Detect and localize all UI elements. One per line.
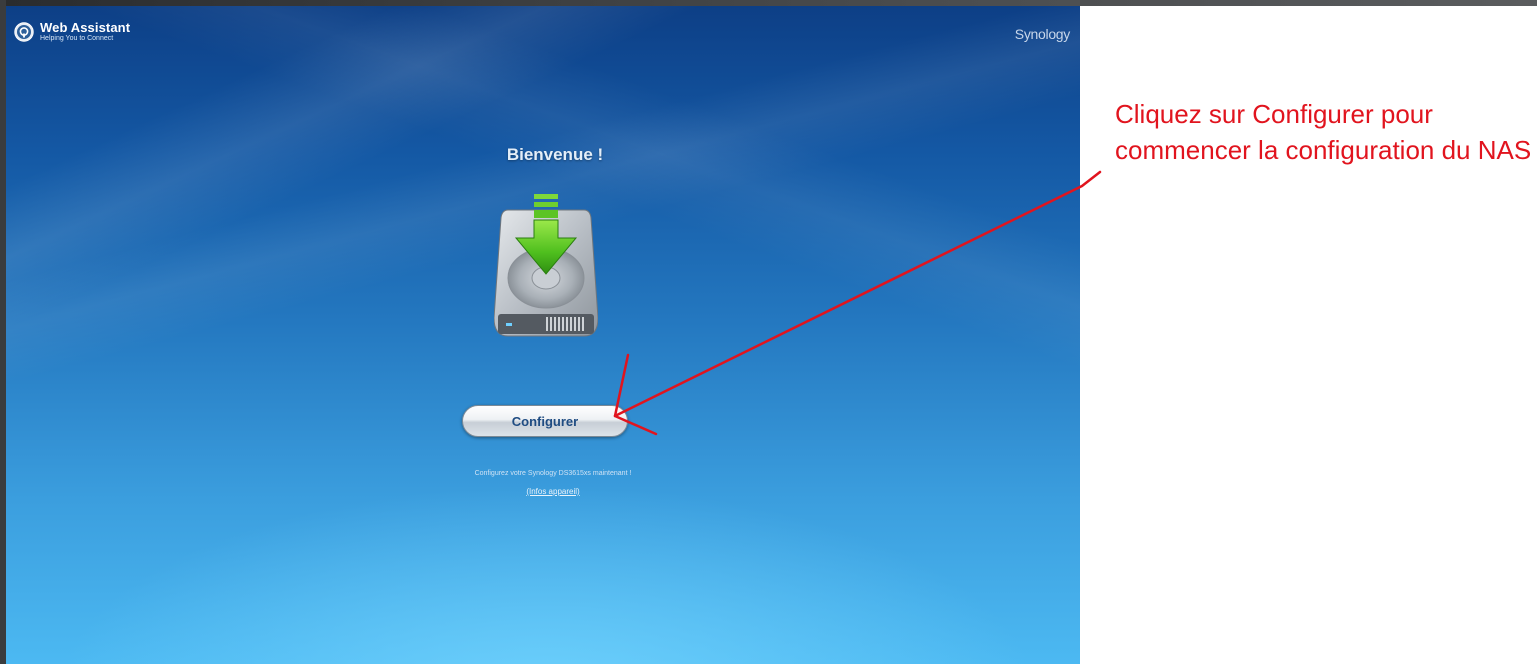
configure-button[interactable]: Configurer — [462, 405, 628, 437]
device-info-link[interactable]: (Infos appareil) — [6, 487, 1080, 496]
web-assistant-screen: Web Assistant Helping You to Connect Syn… — [6, 6, 1080, 664]
page-frame: Web Assistant Helping You to Connect Syn… — [0, 0, 1537, 664]
app-title: Web Assistant — [40, 20, 131, 35]
hard-drive-download-icon — [494, 194, 598, 337]
welcome-heading: Bienvenue ! — [506, 145, 604, 164]
brand-logo: Synology — [1014, 26, 1071, 42]
annotation-text: Cliquez sur Configurer pour commencer la… — [1115, 99, 1532, 165]
web-assistant-logo-icon — [14, 22, 34, 42]
configure-info-text: Configurez votre Synology DS3615xs maint… — [474, 470, 632, 477]
app-subtitle: Helping You to Connect — [40, 35, 114, 42]
